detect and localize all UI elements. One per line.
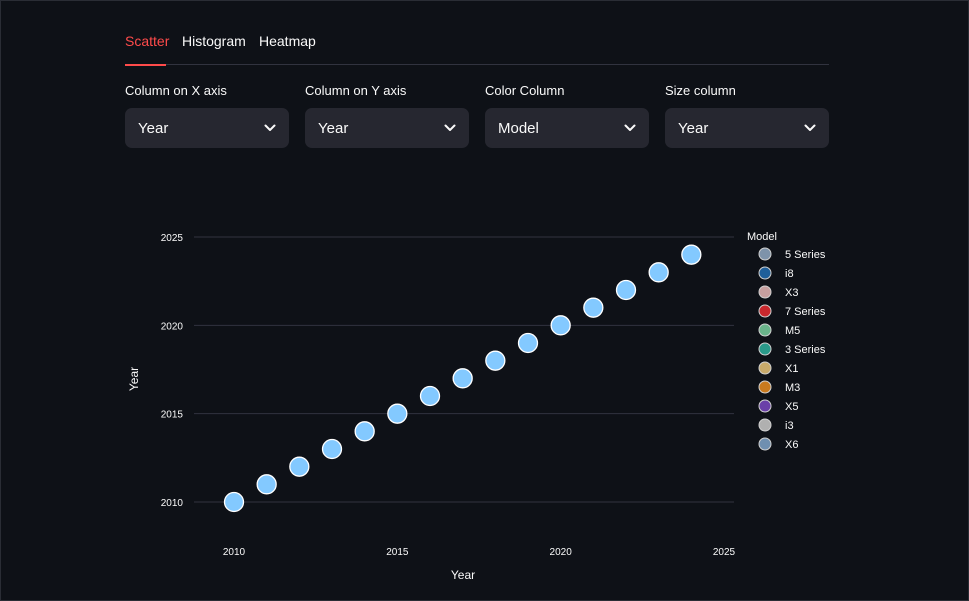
tab-scatter[interactable]: Scatter bbox=[125, 33, 169, 49]
color-column-select[interactable]: Model bbox=[485, 108, 649, 148]
x-axis-control: Column on X axis Year bbox=[125, 83, 289, 148]
x-axis-select[interactable]: Year bbox=[125, 108, 289, 148]
size-column-select[interactable]: Year bbox=[665, 108, 829, 148]
color-column-control: Color Column Model bbox=[485, 83, 649, 148]
tab-bar: Scatter Histogram Heatmap bbox=[125, 28, 829, 66]
chevron-down-icon bbox=[264, 122, 276, 134]
chevron-down-icon bbox=[624, 122, 636, 134]
tab-heatmap[interactable]: Heatmap bbox=[259, 33, 316, 49]
x-axis-label: Column on X axis bbox=[125, 83, 227, 98]
color-column-select-value: Model bbox=[498, 119, 539, 137]
chevron-down-icon bbox=[804, 122, 816, 134]
y-axis-select-value: Year bbox=[318, 119, 349, 137]
tab-scatter-label: Scatter bbox=[125, 33, 170, 49]
x-axis-select-value: Year bbox=[138, 119, 169, 137]
tab-histogram-label: Histogram bbox=[182, 33, 246, 49]
tab-histogram[interactable]: Histogram bbox=[182, 33, 246, 49]
size-column-control: Size column Year bbox=[665, 83, 829, 148]
y-axis-label: Column on Y axis bbox=[305, 83, 407, 98]
chevron-down-icon bbox=[444, 122, 456, 134]
y-axis-select[interactable]: Year bbox=[305, 108, 469, 148]
active-tab-indicator bbox=[125, 64, 166, 66]
color-column-label: Color Column bbox=[485, 83, 565, 98]
tab-heatmap-label: Heatmap bbox=[259, 33, 316, 49]
size-column-select-value: Year bbox=[678, 119, 709, 137]
size-column-label: Size column bbox=[665, 83, 736, 98]
y-axis-control: Column on Y axis Year bbox=[305, 83, 469, 148]
